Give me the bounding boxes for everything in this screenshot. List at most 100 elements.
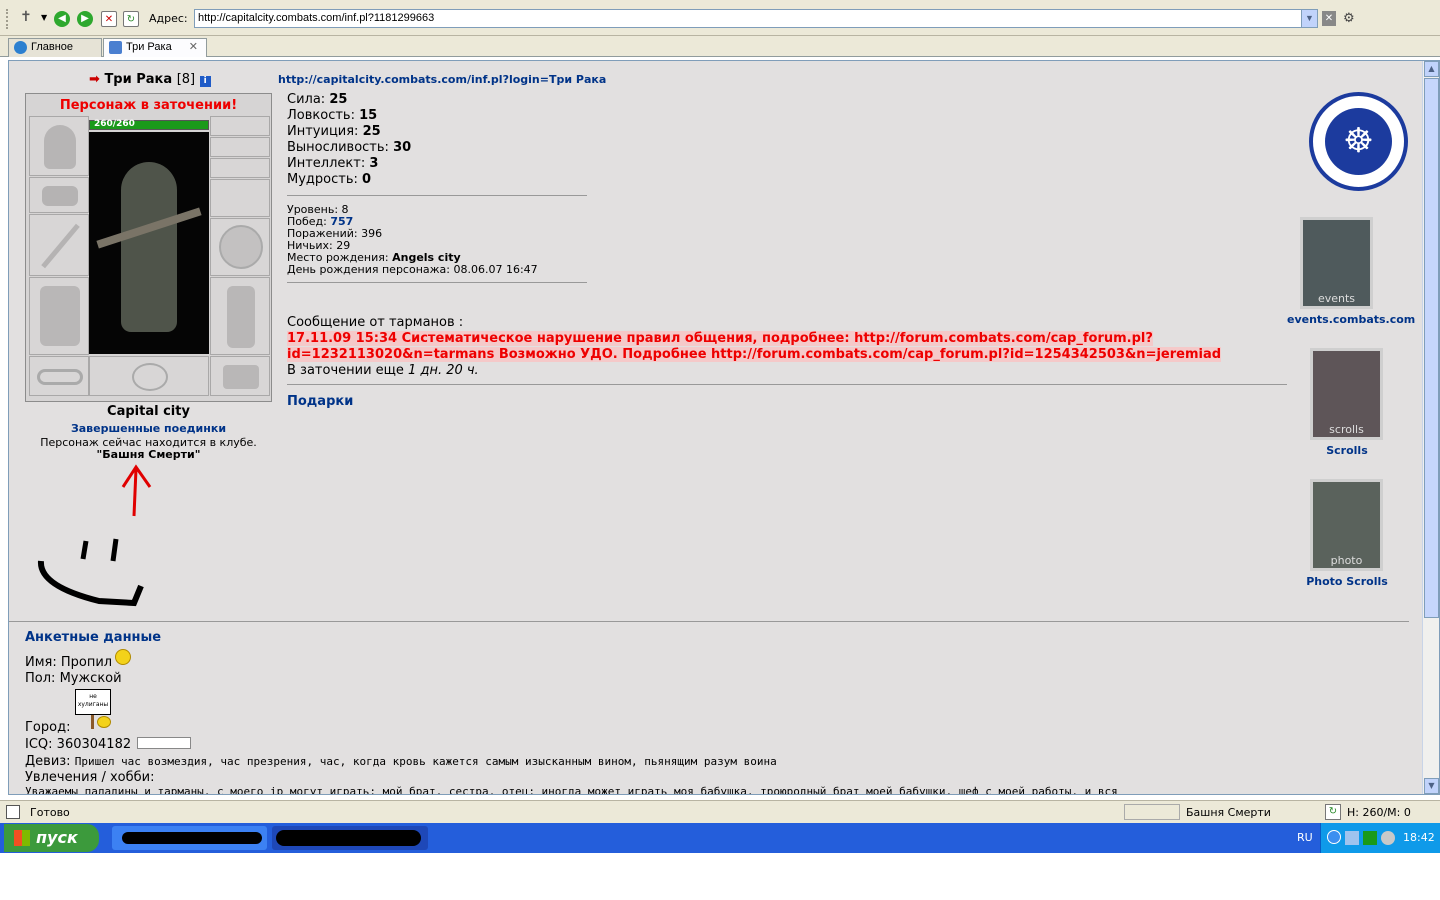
status-zone: Башня Смерти (1186, 806, 1271, 819)
info-page-icon (109, 41, 122, 54)
status-refresh-icon[interactable]: ↻ (1325, 804, 1341, 820)
scrolls-banner[interactable]: scrolls Scrolls (1287, 348, 1407, 457)
address-url[interactable]: http://capitalcity.combats.com/inf.pl?11… (198, 12, 434, 24)
info-icon[interactable]: i (199, 76, 211, 87)
character-panel: Персонаж в заточении! 260/260 (25, 93, 272, 402)
stat-wisdom: Мудрость: 0 (287, 172, 371, 187)
armor-slot[interactable] (29, 277, 89, 355)
icq-label: ICQ: (25, 737, 53, 752)
scroll-down-icon[interactable]: ▼ (1424, 778, 1439, 794)
stat-endurance: Выносливость: 30 (287, 140, 411, 155)
fist-emblem-icon (132, 363, 168, 391)
dropdown-arrow-icon[interactable]: ▼ (41, 13, 47, 22)
stat-label: Интуиция: (287, 124, 359, 139)
character-image[interactable] (89, 132, 209, 354)
browser-toolbar: ✝ ▼ ◀ ▶ ✕ ↻ Адрес: http://capitalcity.co… (0, 0, 1440, 36)
helmet-slot[interactable] (29, 116, 89, 176)
arrow-right-icon: ➡ (89, 72, 100, 87)
shield-icon (219, 225, 263, 269)
events-flag-icon: events (1300, 217, 1373, 309)
divider (287, 282, 587, 283)
back-icon[interactable]: ◀ (54, 11, 70, 27)
taskbar-item-2[interactable] (272, 826, 428, 850)
message-line-2: id=1232113020&n=tarmans Возможно УДО. По… (287, 347, 1222, 362)
prison-notice: Персонаж в заточении! (59, 98, 238, 113)
scrolls-label[interactable]: Scrolls (1287, 444, 1407, 457)
stat-agility: Ловкость: 15 (287, 108, 377, 123)
photo-banner[interactable]: photo Photo Scrolls (1287, 479, 1407, 588)
page-content: ▲ ▼ ➡ Три Рака [8] i Персонаж в заточени… (8, 60, 1440, 795)
location-name: "Башня Смерти" (96, 448, 201, 461)
address-bar[interactable]: http://capitalcity.combats.com/inf.pl?11… (194, 9, 1318, 28)
profile-motto: Девиз: Пришел час возмездия, час презрен… (25, 754, 777, 769)
vertical-scrollbar[interactable]: ▲ ▼ (1422, 61, 1439, 794)
clan-emblem[interactable]: ☸ (1309, 92, 1408, 191)
volume-icon[interactable] (1381, 831, 1395, 845)
gloves-slot[interactable] (210, 179, 270, 217)
photo-label[interactable]: Photo Scrolls (1287, 575, 1407, 588)
scroll-thumb[interactable] (1424, 78, 1439, 618)
name-value: Пропил (60, 655, 113, 670)
name-label: Имя: (25, 655, 57, 670)
crab-icon: ☸ (1325, 108, 1392, 175)
armor-icon (40, 286, 80, 346)
start-button[interactable]: пуск (4, 824, 99, 852)
stat-intuition: Интуиция: 25 (287, 124, 381, 139)
battles-link[interactable]: Завершенные поединки (25, 422, 272, 435)
gender-label: Пол: (25, 671, 56, 686)
forward-icon[interactable]: ▶ (77, 11, 93, 27)
boots-slot[interactable] (210, 356, 270, 396)
profile-name: Имя: Пропил (25, 655, 112, 670)
tray-arrow-icon[interactable] (1327, 830, 1341, 844)
shield-slot[interactable] (210, 218, 270, 276)
ie-globe-icon (14, 41, 27, 54)
gifts-link[interactable]: Подарки (287, 394, 353, 409)
close-page-icon[interactable]: ✕ (1322, 11, 1336, 26)
taskbar-item-ie[interactable] (112, 826, 267, 850)
icq-status-box (137, 737, 191, 749)
clock: 18:42 (1403, 831, 1435, 844)
stat-label: Выносливость: (287, 140, 389, 155)
tab-main[interactable]: Главное (8, 38, 102, 57)
belt-slot[interactable] (29, 356, 89, 396)
redacted-scribble (122, 832, 262, 844)
events-label[interactable]: events.combats.com (1287, 313, 1415, 326)
tray-app-icon[interactable] (1363, 831, 1377, 845)
earrings-slot[interactable] (210, 116, 270, 136)
weapon-slot[interactable] (29, 214, 89, 276)
belt-icon (37, 369, 83, 385)
profile-city: Город: (25, 720, 71, 735)
greaves-slot[interactable] (210, 277, 270, 355)
stop-icon[interactable]: ✕ (101, 11, 117, 27)
prison-time: 1 дн. 20 ч. (408, 363, 479, 378)
hobby-text: Уважаемы паладины и тарманы, с моего ip … (25, 785, 1118, 795)
profile-hobby: Увлечения / хобби: (25, 770, 155, 785)
scroll-up-icon[interactable]: ▲ (1424, 61, 1439, 77)
tab-close-icon[interactable]: ✕ (189, 39, 198, 56)
start-label[interactable]: пуск (36, 828, 78, 847)
tools-icon[interactable]: ⚙ (1343, 11, 1359, 26)
rings-slot[interactable] (210, 158, 270, 178)
address-label: Адрес: (149, 12, 188, 25)
divider (287, 384, 1287, 385)
emblem-slot[interactable] (89, 356, 209, 396)
info-url[interactable]: http://capitalcity.combats.com/inf.pl?lo… (278, 73, 606, 86)
stat-label: Мудрость: (287, 172, 358, 187)
character-name[interactable]: Три Рака (104, 72, 172, 87)
sword-icon (41, 223, 80, 269)
pin-icon[interactable]: ✝ (20, 9, 32, 25)
language-indicator[interactable]: RU (1297, 831, 1313, 844)
knight-figure (121, 162, 177, 332)
sign-smiley-icon: не хулиганы (75, 689, 111, 715)
stat-intellect: Интеллект: 3 (287, 156, 378, 171)
bracers-slot[interactable] (29, 177, 89, 213)
profile-heading: Анкетные данные (25, 630, 162, 645)
tab-bar: Главное Три Рака ✕ (0, 36, 1440, 57)
refresh-icon[interactable]: ↻ (123, 11, 139, 27)
amulet-slot[interactable] (210, 137, 270, 157)
network-icon[interactable] (1345, 831, 1359, 845)
address-dropdown-icon[interactable]: ▼ (1301, 10, 1317, 27)
profile-icq: ICQ: 360304182 (25, 737, 131, 752)
tab-character[interactable]: Три Рака ✕ (103, 38, 207, 57)
events-banner[interactable]: events events.combats.com (1287, 217, 1415, 326)
